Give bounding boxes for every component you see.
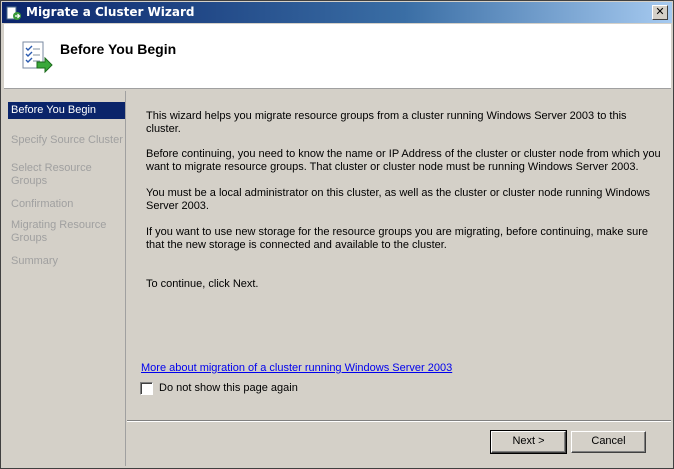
nav-step-select-resource-groups: Select Resource Groups: [11, 162, 92, 187]
window-title: Migrate a Cluster Wizard: [26, 5, 195, 19]
wizard-content: This wizard helps you migrate resource g…: [127, 91, 671, 420]
do-not-show-again-checkbox[interactable]: [140, 382, 153, 395]
close-icon: ✕: [655, 5, 665, 18]
nav-step-confirmation: Confirmation: [11, 198, 74, 210]
storage-paragraph: If you want to use new storage for the r…: [146, 226, 648, 251]
cancel-button[interactable]: Cancel: [571, 431, 646, 453]
more-about-migration-link[interactable]: More about migration of a cluster runnin…: [141, 362, 452, 374]
nav-step-migrating-resource-groups: Migrating Resource Groups: [11, 219, 107, 244]
close-button[interactable]: ✕: [652, 5, 668, 20]
title-bar[interactable]: Migrate a Cluster Wizard ✕: [2, 2, 672, 23]
page-title: Before You Begin: [60, 41, 177, 57]
wizard-header: Before You Begin: [4, 24, 671, 89]
nav-step-summary: Summary: [11, 255, 59, 267]
footer-divider: [127, 420, 671, 422]
nav-step-before-you-begin[interactable]: Before You Begin: [8, 102, 125, 119]
intro-paragraph: This wizard helps you migrate resource g…: [146, 110, 627, 135]
continue-paragraph: To continue, click Next.: [146, 278, 259, 290]
admin-paragraph: You must be a local administrator on thi…: [146, 187, 651, 212]
wizard-steps-nav: Before You Begin Specify Source Cluster …: [4, 91, 126, 466]
checklist-arrow-icon: [22, 41, 53, 74]
next-button[interactable]: Next >: [490, 430, 567, 454]
do-not-show-again-label[interactable]: Do not show this page again: [159, 382, 298, 394]
wizard-window: Migrate a Cluster Wizard ✕ Before You Be…: [0, 0, 674, 469]
cluster-wizard-icon: [6, 6, 21, 20]
nav-step-specify-source-cluster: Specify Source Cluster: [11, 134, 123, 146]
prerequisite-paragraph: Before continuing, you need to know the …: [146, 148, 661, 173]
